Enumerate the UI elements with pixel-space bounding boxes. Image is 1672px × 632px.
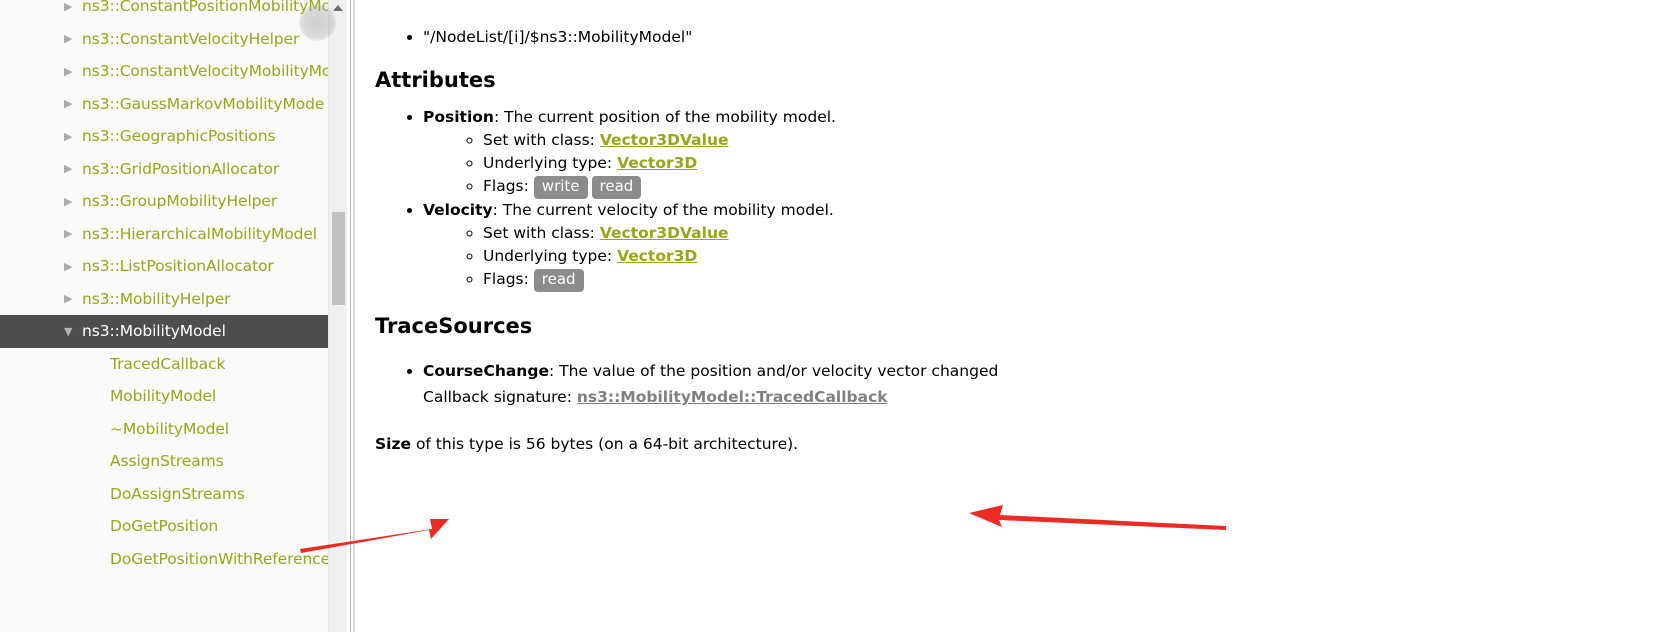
sidebar-item-mobilitymodel[interactable]: ~MobilityModel <box>0 413 347 446</box>
attribute-description: : The current position of the mobility m… <box>493 108 836 127</box>
flags-row: Flags: writeread <box>483 175 1672 200</box>
sidebar-item-tracedcallback[interactable]: TracedCallback <box>0 348 347 381</box>
config-path-item: "/NodeList/[i]/$ns3::MobilityModel" <box>423 26 1672 48</box>
flags-row: Flags: read <box>483 268 1672 292</box>
tracesources-heading: TraceSources <box>375 313 533 338</box>
sidebar-item-label: ns3::ConstantVelocityMobilityMo <box>82 62 332 81</box>
size-text: of this type is 56 bytes (on a 64-bit ar… <box>411 434 799 453</box>
set-with-class-link[interactable]: Vector3DValue <box>600 224 729 242</box>
attribute-name: Position <box>423 108 494 127</box>
chevron-right-icon[interactable]: ▶ <box>64 1 82 12</box>
triangle-up-icon[interactable] <box>333 5 343 11</box>
sidebar-splitter[interactable] <box>347 0 367 632</box>
flags-label: Flags: <box>483 270 534 289</box>
size-label: Size <box>375 434 412 453</box>
sidebar-item-ns3-gridpositionallocator[interactable]: ▶ ns3::GridPositionAllocator <box>0 153 347 186</box>
sidebar-item-label: ns3::GroupMobilityHelper <box>82 192 278 211</box>
sidebar-item-ns3-geographicpositions[interactable]: ▶ ns3::GeographicPositions <box>0 120 347 153</box>
sidebar-item-label: AssignStreams <box>110 452 224 471</box>
sidebar-item-label: ns3::GridPositionAllocator <box>82 159 280 178</box>
config-path-list: "/NodeList/[i]/$ns3::MobilityModel" <box>367 26 1672 48</box>
sidebar-item-ns3-listpositionallocator[interactable]: ▶ ns3::ListPositionAllocator <box>0 250 347 283</box>
sidebar-item-label: TracedCallback <box>110 354 226 373</box>
sidebar-item-label: ns3::ConstantPositionMobilityMo <box>82 0 331 16</box>
attributes-heading: Attributes <box>375 68 496 93</box>
underlying-type-link[interactable]: Vector3D <box>617 247 697 265</box>
underlying-type-row: Underlying type: Vector3D <box>483 152 1672 175</box>
sidebar-item-ns3-constantpositionmobilitymo[interactable]: ▶ ns3::ConstantPositionMobilityMo <box>0 0 347 23</box>
attribute-details-position: Set with class: Vector3DValue Underlying… <box>423 129 1672 200</box>
sidebar-item-label: ns3::ConstantVelocityHelper <box>82 29 300 48</box>
set-with-class-link[interactable]: Vector3DValue <box>600 131 729 149</box>
underlying-type-label: Underlying type: <box>483 246 618 265</box>
sidebar-item-ns3-constantvelocityhelper[interactable]: ▶ ns3::ConstantVelocityHelper <box>0 23 347 56</box>
chevron-right-icon[interactable]: ▶ <box>64 33 82 44</box>
tracesource-description: : The value of the position and/or veloc… <box>548 361 999 380</box>
sidebar-item-ns3-constantvelocitymobilitymo[interactable]: ▶ ns3::ConstantVelocityMobilityMo <box>0 55 347 88</box>
sidebar-item-ns3-mobilityhelper[interactable]: ▶ ns3::MobilityHelper <box>0 283 347 316</box>
sidebar-item-label: ~MobilityModel <box>110 419 229 438</box>
sidebar-item-dogetposition[interactable]: DoGetPosition <box>0 510 347 543</box>
set-with-class-label: Set with class: <box>483 130 600 149</box>
underlying-type-row: Underlying type: Vector3D <box>483 245 1672 268</box>
flag-chip-read: read <box>591 176 642 200</box>
doxygen-page: ▶ ns3::ConstantPositionMobilityMo ▶ ns3::Co… <box>0 0 1672 632</box>
sidebar-item-ns3-gaussmarkovmobilitymode[interactable]: ▶ ns3::GaussMarkovMobilityMode <box>0 88 347 121</box>
chevron-right-icon[interactable]: ▶ <box>64 66 82 77</box>
navigation-tree[interactable]: ▶ ns3::ConstantPositionMobilityMo ▶ ns3::Co… <box>0 0 347 575</box>
callback-signature-label: Callback signature: <box>423 388 577 407</box>
sidebar-item-label: ns3::ListPositionAllocator <box>82 257 274 276</box>
attribute-item-velocity: Velocity: The current velocity of the mo… <box>423 199 1672 292</box>
sidebar-scrollbar[interactable] <box>328 0 347 632</box>
attribute-details-velocity: Set with class: Vector3DValue Underlying… <box>423 222 1672 292</box>
chevron-right-icon[interactable]: ▶ <box>64 196 82 207</box>
sidebar-item-ns3-mobilitymodel[interactable]: ▼ ns3::MobilityModel <box>0 315 347 348</box>
chevron-right-icon[interactable]: ▶ <box>64 228 82 239</box>
documentation-content: "/NodeList/[i]/$ns3::MobilityModel" Attr… <box>367 0 1672 632</box>
set-with-class-label: Set with class: <box>483 223 600 242</box>
sidebar-item-label: ns3::GaussMarkovMobilityMode <box>82 94 325 113</box>
tracesource-name: CourseChange <box>423 361 549 380</box>
sidebar-item-label: ns3::MobilityHelper <box>82 289 231 308</box>
flag-chip-write: write <box>533 176 588 200</box>
attribute-item-position: Position: The current position of the mo… <box>423 106 1672 200</box>
attribute-name: Velocity <box>423 201 493 220</box>
attributes-list: Position: The current position of the mo… <box>367 106 1672 292</box>
sidebar-item-assignstreams[interactable]: AssignStreams <box>0 445 347 478</box>
class-navigation-sidebar[interactable]: ▶ ns3::ConstantPositionMobilityMo ▶ ns3::Co… <box>0 0 347 632</box>
sidebar-item-mobilitymodel[interactable]: MobilityModel <box>0 380 347 413</box>
sidebar-item-ns3-groupmobilityhelper[interactable]: ▶ ns3::GroupMobilityHelper <box>0 185 347 218</box>
chevron-right-icon[interactable]: ▶ <box>64 261 82 272</box>
underlying-type-label: Underlying type: <box>483 154 618 173</box>
splitter-line-dark <box>350 0 351 632</box>
sidebar-item-label: ns3::MobilityModel <box>82 322 226 341</box>
tracesources-list: CourseChange: The value of the position … <box>367 360 1672 382</box>
sidebar-item-dogetpositionwithreference[interactable]: DoGetPositionWithReference <box>0 543 347 576</box>
chevron-right-icon[interactable]: ▶ <box>64 163 82 174</box>
callback-signature-row: Callback signature: ns3::MobilityModel::… <box>367 386 1672 408</box>
sidebar-item-doassignstreams[interactable]: DoAssignStreams <box>0 478 347 511</box>
underlying-type-link[interactable]: Vector3D <box>617 154 697 172</box>
flags-label: Flags: <box>483 177 534 196</box>
sidebar-item-label: DoGetPositionWithReference <box>110 549 331 568</box>
attribute-description: : The current velocity of the mobility m… <box>492 201 834 220</box>
sidebar-item-label: ns3::GeographicPositions <box>82 127 276 146</box>
sidebar-item-label: ns3::HierarchicalMobilityModel <box>82 224 317 243</box>
set-with-class-row: Set with class: Vector3DValue <box>483 222 1672 245</box>
sidebar-item-label: DoAssignStreams <box>110 484 245 503</box>
callback-signature-link[interactable]: ns3::MobilityModel::TracedCallback <box>577 388 888 406</box>
chevron-right-icon[interactable]: ▶ <box>64 98 82 109</box>
size-note: Size of this type is 56 bytes (on a 64-b… <box>367 435 1672 453</box>
splitter-line-light <box>353 0 355 632</box>
chevron-right-icon[interactable]: ▶ <box>64 131 82 142</box>
set-with-class-row: Set with class: Vector3DValue <box>483 129 1672 152</box>
tracesource-item-coursechange: CourseChange: The value of the position … <box>423 360 1672 382</box>
flag-chip-read: read <box>533 269 584 292</box>
chevron-right-icon[interactable]: ▶ <box>64 293 82 304</box>
sidebar-item-label: DoGetPosition <box>110 517 219 536</box>
sidebar-item-label: MobilityModel <box>110 387 217 406</box>
vertical-scroll-thumb[interactable] <box>332 212 345 305</box>
chevron-down-icon[interactable]: ▼ <box>64 326 82 337</box>
sidebar-item-ns3-hierarchicalmobilitymodel[interactable]: ▶ ns3::HierarchicalMobilityModel <box>0 218 347 251</box>
